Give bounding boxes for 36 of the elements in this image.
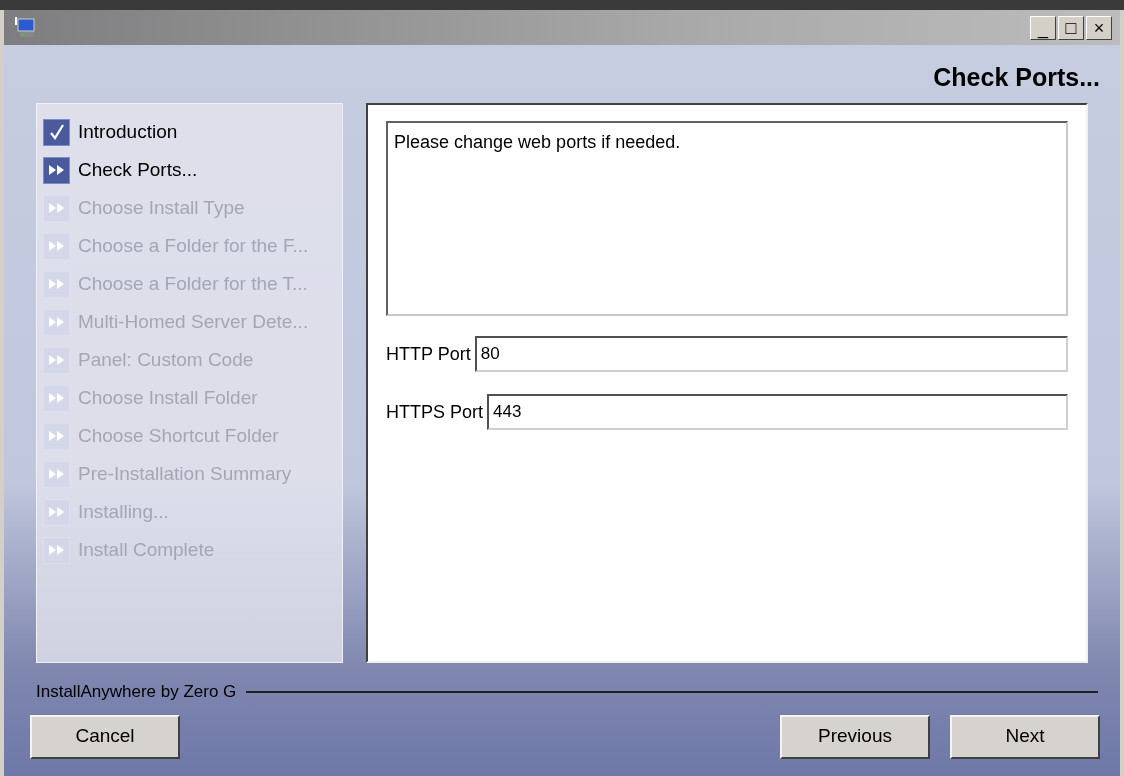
step-label: Pre-Installation Summary xyxy=(78,461,292,486)
step-label: Introduction xyxy=(78,119,178,144)
port-field[interactable]: 443 xyxy=(487,394,1068,430)
step-label: Panel: Custom Code xyxy=(78,347,254,372)
fast-forward-icon xyxy=(43,422,70,450)
minimize-button[interactable]: _ xyxy=(1030,15,1056,40)
page-title: Check Ports... xyxy=(933,62,1100,93)
maximize-button[interactable]: □ xyxy=(1058,15,1084,40)
step-label: Multi-Homed Server Dete... xyxy=(78,309,309,334)
previous-button[interactable]: Previous xyxy=(780,714,930,759)
fast-forward-icon xyxy=(43,308,70,336)
cancel-button[interactable]: Cancel xyxy=(30,714,180,759)
step-label: Choose Install Type xyxy=(78,195,245,220)
port-field[interactable]: 80 xyxy=(474,336,1068,372)
fast-forward-icon xyxy=(43,156,70,184)
step-label: Choose Shortcut Folder xyxy=(78,423,279,448)
fast-forward-icon xyxy=(43,384,70,412)
message-text: Please change web ports if needed. xyxy=(394,132,681,152)
fast-forward-icon xyxy=(43,194,70,222)
checkmark-icon xyxy=(43,118,70,146)
field-label: HTTPS Port xyxy=(386,400,483,424)
brand-text: InstallAnywhere by Zero G xyxy=(36,681,237,703)
fast-forward-icon xyxy=(43,460,70,488)
next-button[interactable]: Next xyxy=(950,714,1100,759)
step-label: Check Ports... xyxy=(78,157,198,182)
fast-forward-icon xyxy=(43,232,70,260)
close-button[interactable]: × xyxy=(1086,15,1112,40)
step-label: Choose a Folder for the F... xyxy=(78,233,309,258)
fast-forward-icon xyxy=(43,270,70,298)
computer-icon xyxy=(12,15,38,40)
fast-forward-icon xyxy=(43,346,70,374)
step-label: Choose Install Folder xyxy=(78,385,258,410)
field-label: HTTP Port xyxy=(386,342,471,366)
fast-forward-icon xyxy=(43,498,70,526)
step-label: Choose a Folder for the T... xyxy=(78,271,308,296)
fast-forward-icon xyxy=(43,536,70,564)
